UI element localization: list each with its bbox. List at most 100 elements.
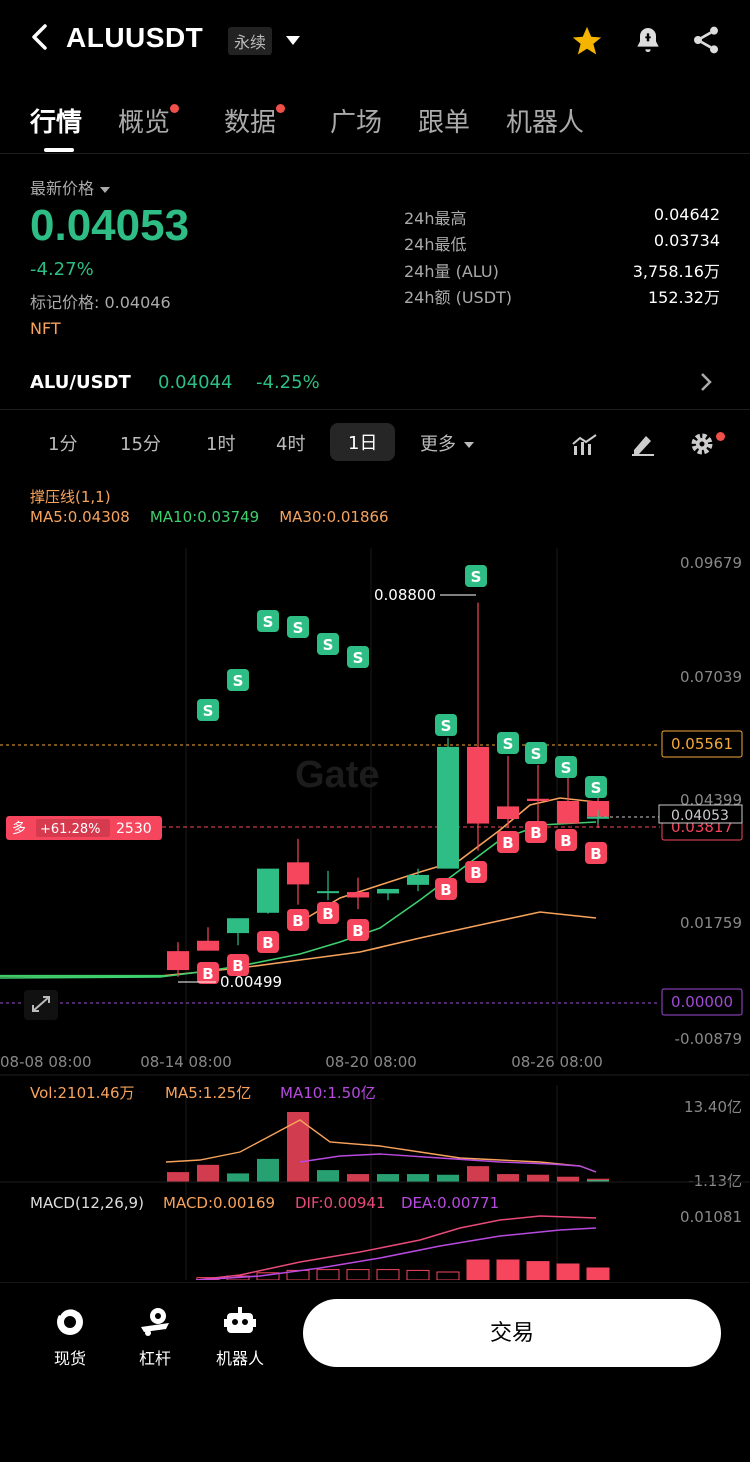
buy-marker-label: B bbox=[440, 881, 451, 899]
interval-more[interactable]: 更多 bbox=[420, 430, 474, 456]
draw-icon[interactable] bbox=[630, 432, 656, 456]
spot-button[interactable]: 现货 bbox=[30, 1305, 110, 1369]
spot-pair-change: -4.25% bbox=[256, 372, 320, 393]
spot-label: 现货 bbox=[53, 1349, 86, 1368]
current-price-value: 0.04053 bbox=[671, 808, 729, 824]
leverage-button[interactable]: 杠杆 bbox=[115, 1305, 195, 1369]
caret-down-icon bbox=[464, 442, 474, 448]
buy-marker-label: B bbox=[352, 922, 363, 940]
candle-body bbox=[167, 951, 189, 971]
star-icon[interactable] bbox=[570, 24, 604, 58]
sell-marker-label: S bbox=[233, 672, 244, 690]
indicator-icon[interactable] bbox=[572, 434, 598, 456]
volume-bar bbox=[407, 1174, 429, 1182]
volume-bar bbox=[497, 1174, 519, 1182]
tab-label: 机器人 bbox=[506, 108, 585, 138]
tab-label: 广场 bbox=[330, 108, 383, 138]
leverage-label: 杠杆 bbox=[138, 1349, 171, 1368]
price-summary: 最新价格 0.04053 -4.27% 标记价格: 0.04046 NFT 24… bbox=[0, 165, 750, 355]
macd-bar bbox=[466, 1259, 490, 1280]
volume-bar bbox=[317, 1170, 339, 1182]
candle-body bbox=[527, 798, 549, 801]
sell-marker-label: S bbox=[203, 702, 214, 720]
buy-marker-label: B bbox=[530, 824, 541, 842]
candle-body bbox=[197, 940, 219, 951]
back-button[interactable] bbox=[28, 22, 56, 58]
sell-marker-label: S bbox=[503, 735, 514, 753]
x-axis-label: 08-08 08:00 bbox=[0, 1053, 92, 1071]
macd-title: MACD(12,26,9) bbox=[30, 1194, 144, 1212]
active-tab-indicator bbox=[44, 148, 74, 152]
interval-1d[interactable]: 1日 bbox=[330, 423, 396, 461]
ma-legend: MA5:0.04308 MA10:0.03749 MA30:0.01866 bbox=[30, 508, 389, 526]
zero-value: 0.00000 bbox=[671, 993, 733, 1011]
expand-icon[interactable] bbox=[24, 990, 58, 1020]
macd-bar bbox=[436, 1271, 460, 1280]
macd-bar bbox=[496, 1259, 520, 1280]
gate-watermark: Gate bbox=[295, 754, 379, 796]
stat-low-value: 0.03734 bbox=[653, 231, 720, 250]
interval-4h[interactable]: 4时 bbox=[276, 430, 305, 456]
interval-1m[interactable]: 1分 bbox=[48, 430, 77, 456]
candle-body bbox=[287, 862, 309, 885]
interval-1h[interactable]: 1时 bbox=[206, 430, 235, 456]
robot-button[interactable]: 机器人 bbox=[200, 1305, 280, 1369]
category-tag: NFT bbox=[30, 319, 61, 338]
volume-bar bbox=[197, 1164, 219, 1182]
volume-bar bbox=[437, 1174, 459, 1182]
spot-pair-price: 0.04044 bbox=[158, 372, 233, 393]
vol-ma10: MA10:1.50亿 bbox=[280, 1084, 376, 1102]
candle-body bbox=[257, 868, 279, 913]
macd-bar bbox=[526, 1261, 550, 1280]
kline-chart[interactable]: Gate 0.09679 0.07039 0.04399 0.01759 -0.… bbox=[0, 540, 750, 1280]
tab-data[interactable]: 数据 bbox=[224, 102, 286, 139]
last-price-selector[interactable]: 最新价格 bbox=[30, 175, 111, 199]
tab-bots[interactable]: 机器人 bbox=[506, 102, 584, 139]
tab-market[interactable]: 行情 bbox=[30, 102, 82, 139]
chevron-left-icon bbox=[32, 24, 47, 50]
volume-bar bbox=[377, 1174, 399, 1182]
share-icon[interactable] bbox=[690, 24, 722, 56]
interval-15m[interactable]: 15分 bbox=[120, 430, 161, 456]
caret-down-icon bbox=[100, 186, 111, 193]
macd-bar bbox=[316, 1269, 340, 1280]
symbol-dropdown-caret-icon[interactable] bbox=[286, 36, 300, 45]
tab-label: 概览 bbox=[118, 108, 171, 138]
notification-dot bbox=[716, 432, 725, 441]
stat-vol-value: 3,758.16万 bbox=[632, 262, 720, 281]
tab-copy-trade[interactable]: 跟单 bbox=[418, 102, 470, 139]
sell-marker-label: S bbox=[441, 717, 452, 735]
gear-icon[interactable] bbox=[688, 430, 716, 458]
sell-marker-label: S bbox=[471, 568, 482, 586]
trade-button[interactable]: 交易 bbox=[303, 1299, 721, 1367]
tab-square[interactable]: 广场 bbox=[330, 102, 382, 139]
stat-high-value: 0.04642 bbox=[653, 205, 720, 224]
tab-label: 跟单 bbox=[418, 108, 471, 138]
low-annotation: 0.00499 bbox=[220, 973, 282, 991]
interval-more-label: 更多 bbox=[420, 434, 456, 455]
macd-bar bbox=[406, 1269, 430, 1280]
spot-pair-row[interactable]: ALU/USDT 0.04044 -4.25% bbox=[0, 356, 750, 410]
chart-grid bbox=[185, 548, 558, 1280]
position-pnl: +61.28% bbox=[40, 822, 100, 837]
bell-icon[interactable] bbox=[632, 24, 664, 56]
candle-body bbox=[587, 816, 609, 819]
candle-body bbox=[347, 892, 369, 898]
contract-symbol[interactable]: ALUUSDT bbox=[66, 22, 203, 54]
position-side: 多 bbox=[12, 820, 26, 837]
resistance-value: 0.05561 bbox=[671, 735, 733, 753]
stat-low-label: 24h最低 bbox=[404, 235, 467, 254]
spot-pair-name: ALU/USDT bbox=[30, 372, 131, 393]
buy-marker-label: B bbox=[262, 934, 273, 952]
volume-bar bbox=[227, 1173, 249, 1182]
volume-bar bbox=[287, 1112, 309, 1182]
volume-bar bbox=[557, 1176, 579, 1182]
tab-overview[interactable]: 概览 bbox=[118, 102, 180, 139]
tab-label: 行情 bbox=[30, 108, 83, 138]
macd-axis-top: 0.01081 bbox=[680, 1208, 742, 1226]
macd-histogram bbox=[196, 1259, 610, 1280]
robot-icon bbox=[224, 1307, 256, 1333]
bottom-action-bar: 现货 杠杆 机器人 交易 bbox=[0, 1282, 750, 1462]
macd-value: MACD:0.00169 bbox=[163, 1194, 275, 1212]
sell-marker-label: S bbox=[353, 649, 364, 667]
